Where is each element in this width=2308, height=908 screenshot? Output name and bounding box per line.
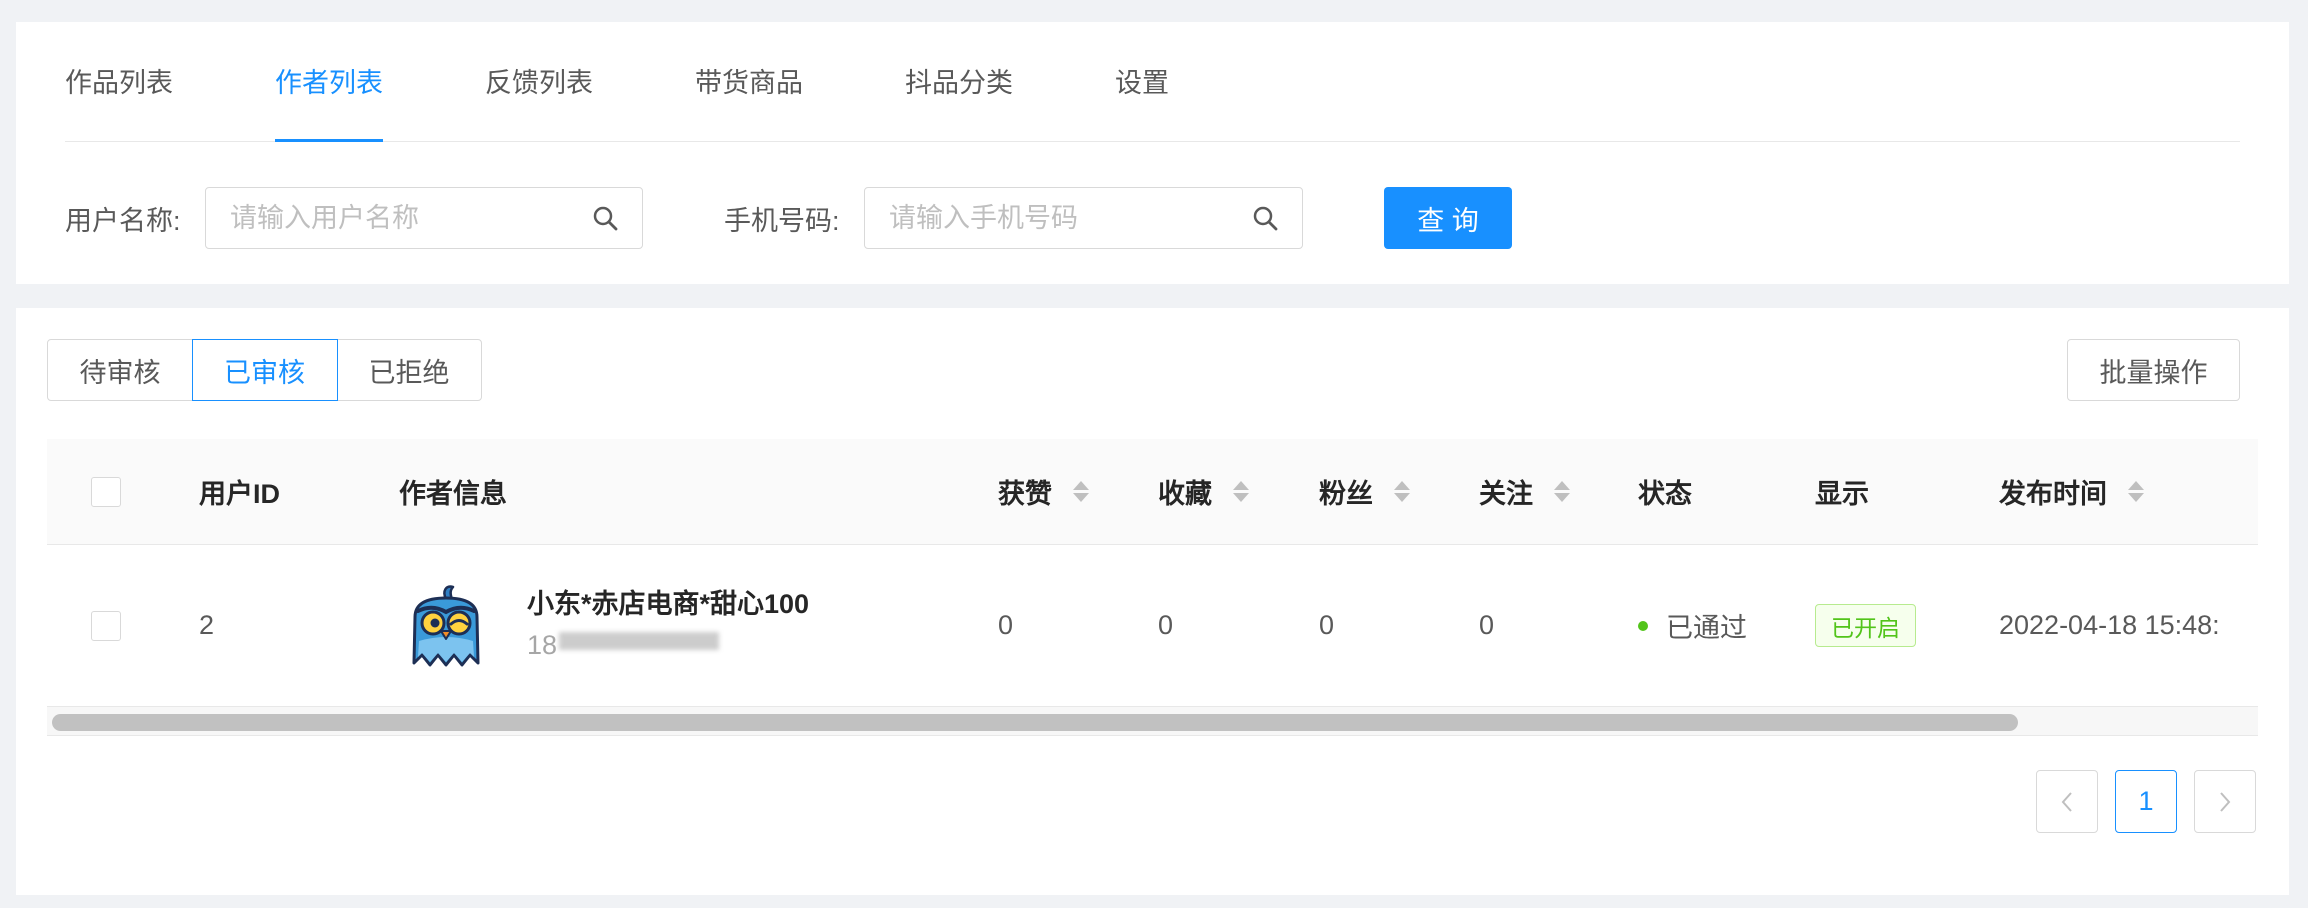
tab-authors-list[interactable]: 作者列表 — [275, 22, 383, 142]
status-tab-pending[interactable]: 待审核 — [47, 339, 193, 401]
sort-icon[interactable] — [2128, 481, 2144, 502]
pagination: 1 — [2036, 770, 2256, 833]
tab-products[interactable]: 带货商品 — [695, 22, 803, 142]
search-icon[interactable] — [1252, 205, 1278, 231]
search-icon[interactable] — [592, 205, 618, 231]
sort-down-arrow[interactable] — [1073, 493, 1089, 502]
username-label: 用户名称: — [65, 205, 181, 236]
header-status: 状态 — [1638, 479, 1692, 509]
author-phone: 18 — [527, 624, 809, 667]
tab-categories[interactable]: 抖品分类 — [905, 22, 1013, 142]
next-page-button[interactable] — [2194, 770, 2256, 833]
header-favorites[interactable]: 收藏 — [1158, 439, 1249, 544]
author-list-panel: 待审核 已审核 已拒绝 批量操作 用户ID 作者信息 获赞 收藏 粉丝 关注 状… — [16, 308, 2289, 895]
sort-icon[interactable] — [1233, 481, 1249, 502]
username-input[interactable] — [230, 188, 580, 248]
phone-redaction — [559, 631, 720, 650]
prev-page-button[interactable] — [2036, 770, 2098, 833]
sort-icon[interactable] — [1073, 481, 1089, 502]
tab-works-list[interactable]: 作品列表 — [65, 22, 173, 142]
author-text: 小东*赤店电商*甜心100 18 — [527, 584, 809, 667]
author-name: 小东*赤店电商*甜心100 — [527, 589, 810, 619]
sort-up-arrow[interactable] — [2128, 481, 2144, 490]
fans-cell: 0 — [1319, 610, 1335, 640]
table-row[interactable]: 2 小东*赤店电商*甜心100 18 0 0 0 0 已通过 已开启 2022-… — [47, 545, 2258, 707]
select-all-checkbox[interactable] — [91, 476, 121, 507]
display-status-badge: 已开启 — [1815, 604, 1916, 647]
avatar — [406, 583, 486, 669]
nav-tabs: 作品列表 作者列表 反馈列表 带货商品 抖品分类 设置 — [65, 22, 2240, 142]
header-favorites-label: 收藏 — [1158, 479, 1212, 509]
header-fans-label: 粉丝 — [1319, 479, 1373, 509]
header-fans[interactable]: 粉丝 — [1319, 439, 1410, 544]
sort-down-arrow[interactable] — [1233, 493, 1249, 502]
username-search-box — [205, 187, 643, 249]
sort-up-arrow[interactable] — [1394, 481, 1410, 490]
status-cell: 已通过 — [1638, 545, 1747, 706]
sort-up-arrow[interactable] — [1554, 481, 1570, 490]
header-publish-time-label: 发布时间 — [1999, 479, 2107, 509]
phone-search-box — [864, 187, 1303, 249]
header-likes[interactable]: 获赞 — [998, 439, 1089, 544]
header-checkbox-cell — [91, 439, 121, 544]
page-number-button[interactable]: 1 — [2115, 770, 2177, 833]
header-publish-time[interactable]: 发布时间 — [1999, 439, 2144, 544]
header-follows[interactable]: 关注 — [1479, 439, 1570, 544]
sort-down-arrow[interactable] — [1554, 493, 1570, 502]
sort-down-arrow[interactable] — [2128, 493, 2144, 502]
table-header: 用户ID 作者信息 获赞 收藏 粉丝 关注 状态 显示 发布时间 — [47, 439, 2258, 545]
follows-cell: 0 — [1479, 610, 1495, 640]
status-text: 已通过 — [1666, 613, 1747, 643]
header-follows-label: 关注 — [1479, 479, 1533, 509]
status-tab-approved[interactable]: 已审核 — [191, 339, 338, 401]
chevron-left-icon — [2061, 791, 2072, 812]
tab-settings[interactable]: 设置 — [1115, 22, 1169, 142]
status-tab-rejected[interactable]: 已拒绝 — [336, 339, 482, 401]
display-cell: 已开启 — [1815, 545, 1916, 706]
scrollbar-thumb[interactable] — [52, 714, 2018, 731]
sort-up-arrow[interactable] — [1073, 481, 1089, 490]
batch-operation-button[interactable]: 批量操作 — [2067, 339, 2240, 401]
favorites-cell: 0 — [1158, 610, 1174, 640]
sort-down-arrow[interactable] — [1394, 493, 1410, 502]
horizontal-scrollbar[interactable] — [47, 707, 2258, 736]
filter-panel: 作品列表 作者列表 反馈列表 带货商品 抖品分类 设置 用户名称: 手机号码: … — [16, 22, 2289, 284]
owl-avatar-icon — [412, 584, 480, 666]
query-button[interactable]: 查 询 — [1384, 187, 1512, 249]
author-info-cell: 小东*赤店电商*甜心100 18 — [399, 545, 809, 706]
publish-time-cell: 2022-04-18 15:48: — [1999, 610, 2220, 640]
author-table: 用户ID 作者信息 获赞 收藏 粉丝 关注 状态 显示 发布时间 2 小东*赤店… — [47, 439, 2258, 736]
sort-up-arrow[interactable] — [1233, 481, 1249, 490]
phone-input[interactable] — [889, 188, 1239, 248]
user-id-cell: 2 — [199, 610, 215, 640]
phone-visible-digits: 18 — [527, 630, 558, 660]
header-display: 显示 — [1815, 479, 1869, 509]
status-filter-group: 待审核 已审核 已拒绝 — [47, 339, 482, 401]
tab-feedback-list[interactable]: 反馈列表 — [485, 22, 593, 142]
status-dot-icon — [1638, 620, 1648, 631]
header-likes-label: 获赞 — [998, 479, 1052, 509]
phone-label: 手机号码: — [724, 205, 840, 236]
sort-icon[interactable] — [1394, 481, 1410, 502]
filter-row: 用户名称: 手机号码: 查 询 — [65, 187, 1512, 249]
sort-icon[interactable] — [1554, 481, 1570, 502]
header-user-id: 用户ID — [199, 479, 280, 509]
row-checkbox[interactable] — [91, 610, 121, 641]
header-author-info: 作者信息 — [399, 479, 507, 509]
likes-cell: 0 — [998, 610, 1014, 640]
chevron-right-icon — [2220, 791, 2231, 812]
row-checkbox-cell — [91, 545, 121, 706]
